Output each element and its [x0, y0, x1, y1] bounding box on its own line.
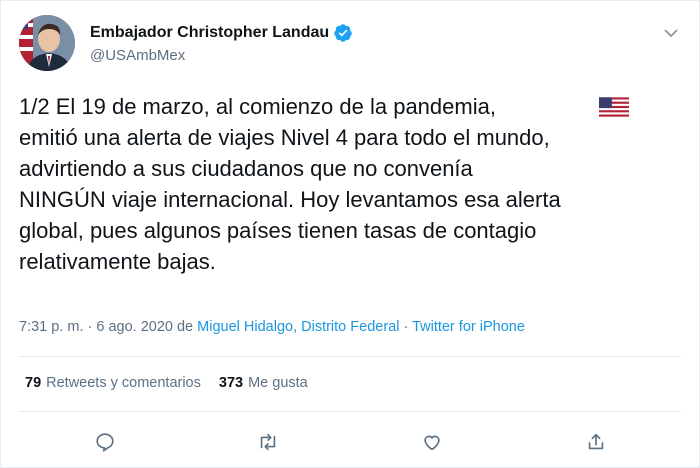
like-button[interactable]: [418, 428, 446, 456]
reply-button[interactable]: [91, 428, 119, 456]
tweet-meta: 7:31 p. m. · 6 ago. 2020 de Miguel Hidal…: [19, 319, 525, 335]
meta-separator: ·: [399, 319, 413, 335]
reply-icon: [96, 433, 114, 452]
source-link[interactable]: Twitter for iPhone: [412, 319, 525, 335]
likes-label: Me gusta: [248, 375, 308, 391]
share-button[interactable]: [582, 428, 610, 456]
tweet-timestamp[interactable]: 7:31 p. m. · 6 ago. 2020 de: [19, 319, 197, 335]
avatar[interactable]: [19, 15, 75, 71]
chevron-down-icon[interactable]: [663, 25, 679, 41]
likes-stat[interactable]: 373 Me gusta: [219, 375, 308, 391]
tweet-body: 1/2 El 19 de marzo, al comienzo de la pa…: [19, 94, 561, 274]
share-icon: [588, 433, 604, 450]
retweets-stat[interactable]: 79 Retweets y comentarios: [25, 375, 201, 391]
author-name[interactable]: Embajador Christopher Landau: [90, 24, 329, 42]
retweet-icon: [260, 433, 276, 451]
author-name-row[interactable]: Embajador Christopher Landau: [90, 23, 353, 43]
action-bar: [1, 428, 699, 456]
verified-badge-icon: [334, 24, 352, 42]
us-flag-icon: [599, 97, 629, 117]
location-link[interactable]: Miguel Hidalgo, Distrito Federal: [197, 319, 399, 335]
retweets-label: Retweets y comentarios: [46, 375, 201, 391]
author-handle[interactable]: @USAmbMex: [90, 47, 185, 64]
retweets-count: 79: [25, 375, 42, 391]
retweet-button[interactable]: [254, 428, 282, 456]
divider: [19, 356, 681, 357]
tweet-text: 1/2 El 19 de marzo, al comienzo de la pa…: [19, 91, 679, 277]
tweet-stats: 79 Retweets y comentarios 373 Me gusta: [25, 375, 308, 391]
like-icon: [424, 435, 440, 451]
divider: [19, 411, 681, 412]
likes-count: 373: [218, 375, 244, 391]
tweet-card: Embajador Christopher Landau @USAmbMex 1…: [0, 0, 700, 468]
